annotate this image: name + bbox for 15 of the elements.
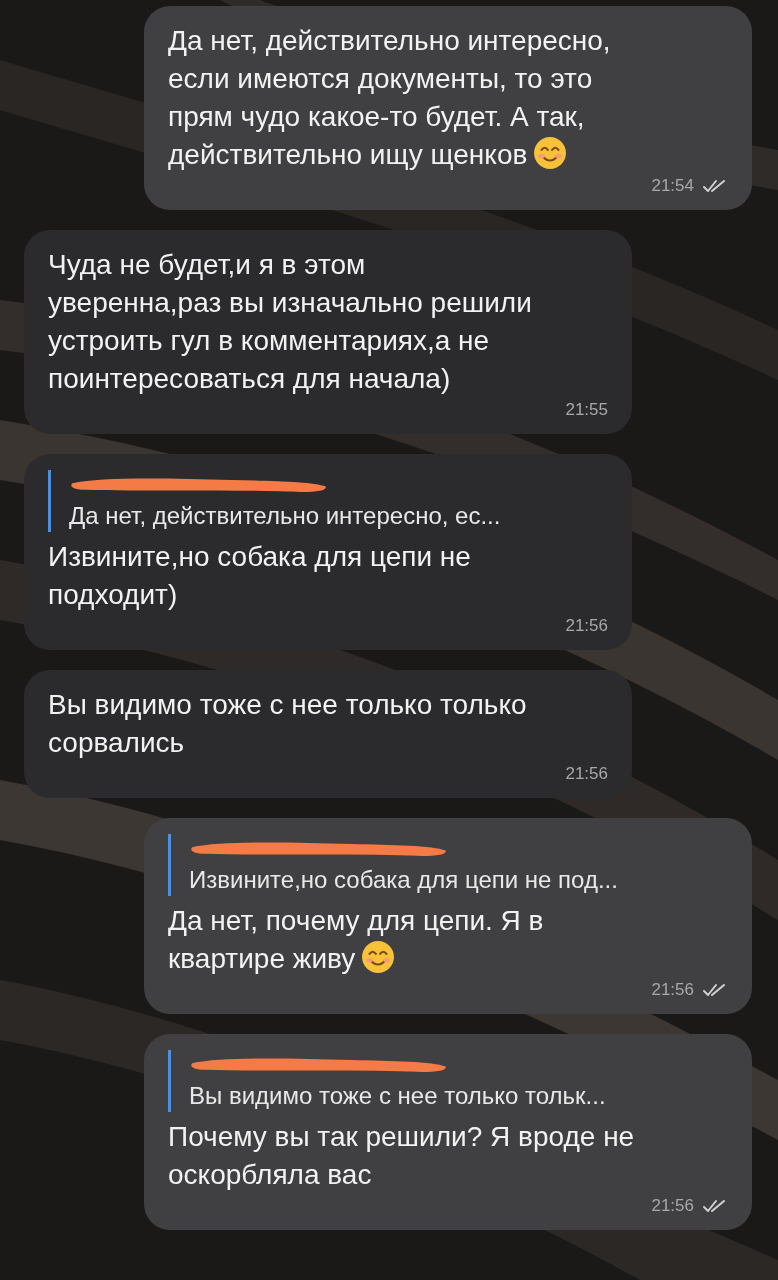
message-text: Да нет, почему для цепи. Я в квартире живу — [168, 904, 545, 976]
message-time: 21:55 — [565, 400, 608, 420]
message-time: 21:56 — [651, 1196, 694, 1216]
message-text: Чуда не будет,и я в этом уверенна,раз вы изначально решили устроить гул в комментариях,а не поинтересоваться для начала) — [48, 248, 533, 396]
message-time: 21:56 — [565, 764, 608, 784]
message-text: Вы видимо тоже с нее только только сорвались — [48, 688, 528, 760]
message-time: 21:54 — [651, 176, 694, 196]
quoted-text: Извините,но собака для цепи не под... — [189, 866, 619, 894]
message-text: Почему вы так решили? Я вроде не оскорбляла вас — [168, 1120, 636, 1192]
quoted-text: Вы видимо тоже с нее только тольк... — [189, 1082, 607, 1110]
quoted-text: Да нет, действительно интересно, ес... — [69, 502, 502, 530]
message-time: 21:56 — [651, 980, 694, 1000]
message-text: Извините,но собака для цепи не подходит) — [48, 540, 472, 612]
message-time: 21:56 — [565, 616, 608, 636]
message-text: Да нет, действительно интересно, если имеются документы, то это прям чудо какое-то будет. А так, действительно ищу щенков — [168, 24, 612, 172]
